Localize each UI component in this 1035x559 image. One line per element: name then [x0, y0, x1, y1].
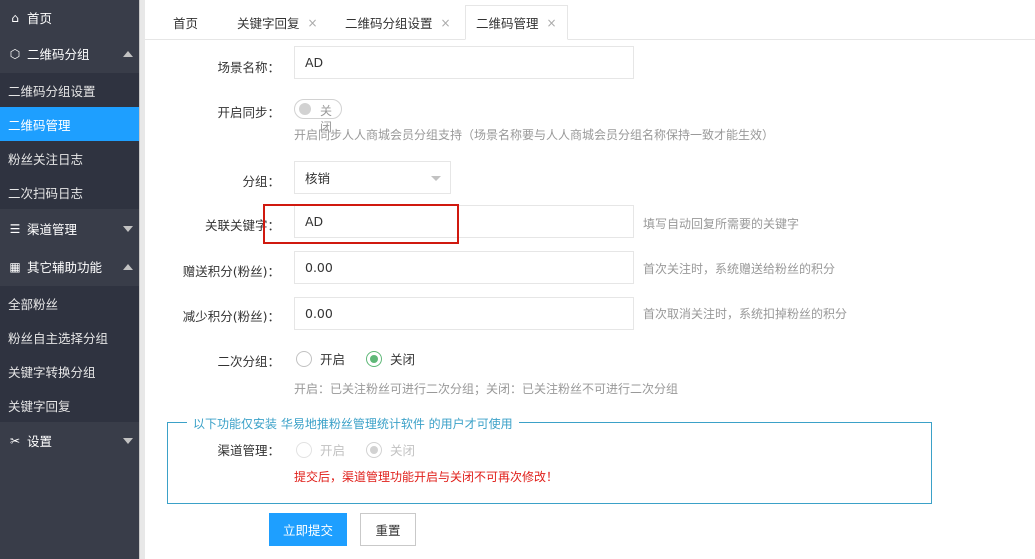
radio-circle — [296, 441, 312, 458]
sync-hint: 开启同步人人商城会员分组支持（场景名称要与人人商城会员分组名称保持一致才能生效） — [294, 128, 775, 142]
tab-label: 首页 — [173, 16, 199, 31]
sidebar-item-second-scan-log[interactable]: 二次扫码日志 — [0, 175, 139, 209]
sidebar-group-qrcode[interactable]: ⬡ 二维码分组 — [0, 36, 139, 71]
sidebar-group-settings[interactable]: ✂ 设置 — [0, 423, 139, 458]
channel-warning: 提交后，渠道管理功能开启与关闭不可再次修改！ — [294, 470, 559, 484]
chevron-down-icon — [123, 437, 133, 444]
sidebar-item-label: 关键字转换分组 — [8, 364, 96, 380]
give-points-input[interactable]: 0.00 — [294, 251, 634, 284]
home-icon: ⌂ — [11, 10, 19, 25]
sidebar-item-label: 二维码管理 — [8, 117, 71, 133]
tab-label: 二维码分组设置 — [345, 16, 433, 31]
sidebar-item-fans-follow-log[interactable]: 粉丝关注日志 — [0, 141, 139, 175]
chevron-down-icon — [123, 225, 133, 232]
scene-name-label: 场景名称： — [217, 60, 280, 75]
sidebar-item-label: 渠道管理 — [27, 222, 78, 237]
radio-circle-checked — [366, 350, 382, 367]
tab-label: 关键字回复 — [237, 16, 300, 31]
sidebar-item-label: 二维码分组 — [27, 47, 90, 62]
sidebar-item-label: 全部粉丝 — [8, 296, 59, 312]
group-select[interactable]: 核销 — [294, 161, 451, 194]
tab-qrcode-manage[interactable]: 二维码管理 × — [465, 5, 568, 40]
radio-label: 关闭 — [390, 443, 416, 458]
channel-radio-on[interactable]: 开启 — [296, 440, 345, 459]
sidebar-item-home[interactable]: ⌂ 首页 — [0, 0, 139, 35]
reduce-points-input[interactable]: 0.00 — [294, 297, 634, 330]
sidebar-item-all-fans[interactable]: 全部粉丝 — [0, 286, 139, 320]
group-label: 分组： — [242, 174, 280, 189]
close-icon[interactable]: × — [547, 16, 557, 30]
layers-icon: ☰ — [9, 221, 21, 236]
reduce-points-label: 减少积分(粉丝)： — [182, 309, 280, 324]
tab-keyword-reply[interactable]: 关键字回复 × — [237, 5, 318, 40]
tab-qrcode-group-settings[interactable]: 二维码分组设置 × — [345, 5, 451, 40]
highlight-box — [263, 204, 459, 244]
close-icon[interactable]: × — [308, 16, 318, 30]
give-points-label: 赠送积分(粉丝)： — [182, 264, 280, 279]
tools-icon: ✂ — [9, 433, 21, 448]
sync-label: 开启同步： — [217, 105, 280, 120]
radio-circle-checked — [366, 441, 382, 458]
sidebar-item-keyword-reply[interactable]: 关键字回复 — [0, 388, 139, 422]
chevron-up-icon — [123, 263, 133, 270]
radio-circle — [296, 350, 312, 367]
switch-knob — [299, 103, 311, 115]
sidebar-group-channel[interactable]: ☰ 渠道管理 — [0, 211, 139, 246]
radio-label: 开启 — [320, 443, 346, 458]
tab-bar: 首页 关键字回复 × 二维码分组设置 × 二维码管理 × — [145, 0, 1035, 40]
sidebar-item-qrcode-group-settings[interactable]: 二维码分组设置 — [0, 73, 139, 107]
sidebar-item-label: 二次扫码日志 — [8, 185, 84, 201]
sidebar-item-label: 首页 — [27, 11, 53, 26]
sidebar-item-label: 设置 — [27, 434, 53, 449]
tab-home[interactable]: 首页 — [173, 5, 198, 40]
second-group-radio-on[interactable]: 开启 — [296, 349, 345, 368]
sidebar-item-label: 关键字回复 — [8, 398, 71, 414]
chevron-up-icon — [123, 50, 133, 57]
second-group-radio-off[interactable]: 关闭 — [366, 349, 415, 368]
keyword-hint: 填写自动回复所需要的关键字 — [643, 217, 800, 231]
sidebar-item-label: 粉丝关注日志 — [8, 151, 84, 167]
channel-radio-off[interactable]: 关闭 — [366, 440, 415, 459]
cube-icon: ⬡ — [9, 46, 21, 61]
keyword-label: 关联关键字： — [204, 218, 280, 233]
sidebar-group-aux[interactable]: ▦ 其它辅助功能 — [0, 249, 139, 284]
sidebar-item-keyword-convert-group[interactable]: 关键字转换分组 — [0, 354, 139, 388]
close-icon[interactable]: × — [441, 16, 451, 30]
sidebar: ⌂ 首页 ⬡ 二维码分组 二维码分组设置 二维码管理 粉丝关注日志 二次扫码日志… — [0, 0, 139, 559]
tab-label: 二维码管理 — [476, 16, 539, 31]
switch-text: 关 — [320, 104, 333, 118]
sidebar-item-label: 粉丝自主选择分组 — [8, 330, 109, 346]
sidebar-item-qrcode-manage[interactable]: 二维码管理 — [0, 107, 139, 141]
scene-name-input[interactable]: AD — [294, 46, 634, 79]
fieldset-legend: 以下功能仅安装 华易地推粉丝管理统计软件 的用户才可使用 — [187, 415, 519, 432]
channel-manage-label: 渠道管理： — [217, 443, 280, 458]
sidebar-item-label: 其它辅助功能 — [27, 260, 103, 275]
radio-label: 开启 — [320, 352, 346, 367]
radio-label: 关闭 — [390, 352, 416, 367]
group-select-value: 核销 — [305, 171, 331, 186]
give-points-hint: 首次关注时，系统赠送给粉丝的积分 — [643, 262, 836, 276]
reset-button[interactable]: 重置 — [360, 513, 416, 546]
sync-switch[interactable]: 关 — [294, 99, 342, 119]
reduce-points-hint: 首次取消关注时，系统扣掉粉丝的积分 — [643, 307, 848, 321]
sidebar-item-label: 二维码分组设置 — [8, 83, 96, 99]
caret-down-icon — [431, 176, 441, 181]
sidebar-item-fans-self-group[interactable]: 粉丝自主选择分组 — [0, 320, 139, 354]
second-group-hint: 开启：已关注粉丝可进行二次分组；关闭：已关注粉丝不可进行二次分组 — [294, 382, 679, 396]
submit-button[interactable]: 立即提交 — [269, 513, 347, 546]
apps-icon: ▦ — [9, 259, 21, 274]
channel-fieldset — [167, 422, 932, 504]
second-group-label: 二次分组： — [217, 354, 280, 369]
